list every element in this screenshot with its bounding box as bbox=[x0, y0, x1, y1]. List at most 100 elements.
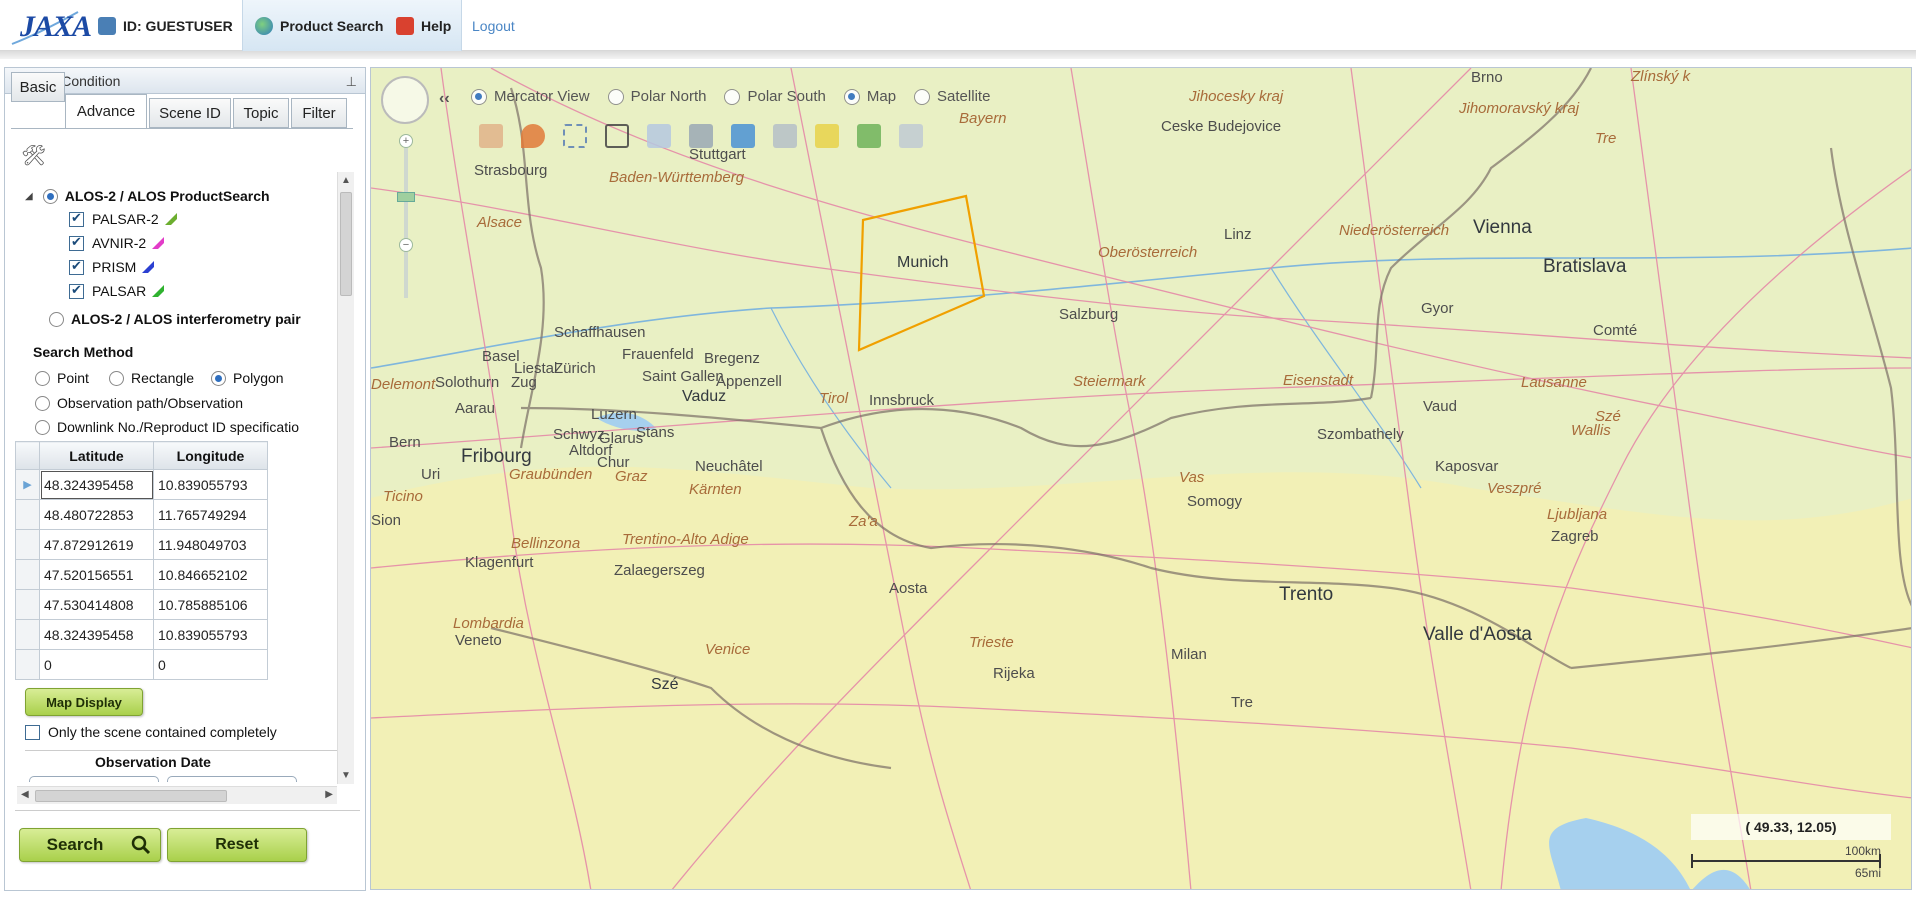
row-selector[interactable] bbox=[15, 649, 40, 680]
export-image-icon[interactable] bbox=[899, 124, 923, 148]
view-polar-south[interactable]: Polar South bbox=[724, 88, 826, 105]
latitude-cell[interactable]: 48.480722853 bbox=[39, 499, 154, 530]
longitude-cell[interactable]: 10.839055793 bbox=[153, 469, 268, 500]
sensor-prism[interactable]: PRISM bbox=[69, 258, 156, 275]
prism-checkbox[interactable] bbox=[69, 258, 84, 275]
map-view[interactable]: Stuttgart Strasbourg Baden-Württemberg B… bbox=[370, 67, 1912, 890]
zoom-out-icon[interactable]: − bbox=[399, 238, 413, 252]
map-layer-radio[interactable] bbox=[843, 88, 860, 105]
view-polar-north[interactable]: Polar North bbox=[607, 88, 706, 105]
product-search-radio[interactable] bbox=[42, 188, 58, 204]
scroll-up-icon[interactable]: ▲ bbox=[341, 175, 351, 186]
row-selector[interactable] bbox=[15, 529, 40, 560]
logout-link[interactable]: Logout bbox=[472, 0, 515, 51]
table-row[interactable]: 48.324395458 10.839055793 bbox=[15, 619, 268, 650]
fit-extent-icon[interactable] bbox=[857, 124, 881, 148]
sensor-palsar-2[interactable]: PALSAR-2 bbox=[69, 210, 179, 227]
row-selector[interactable] bbox=[15, 619, 40, 650]
row-selector[interactable] bbox=[15, 589, 40, 620]
sensor-palsar[interactable]: PALSAR bbox=[69, 282, 166, 299]
panel-vertical-scrollbar[interactable]: ▲ ▼ bbox=[337, 172, 354, 784]
tools-icon[interactable]: 🛠 bbox=[21, 143, 46, 168]
tab-filter[interactable]: Filter bbox=[291, 98, 347, 128]
latitude-cell[interactable]: 0 bbox=[39, 649, 154, 680]
end-date-field[interactable] bbox=[167, 776, 297, 782]
reset-button[interactable]: Reset bbox=[167, 828, 307, 862]
table-row[interactable]: 48.480722853 11.765749294 bbox=[15, 499, 268, 530]
map-display-button[interactable]: Map Display bbox=[25, 688, 143, 716]
polygon-select-icon[interactable] bbox=[605, 124, 629, 148]
table-row[interactable]: 47.520156551 10.846652102 bbox=[15, 559, 268, 590]
tab-scene-id[interactable]: Scene ID bbox=[149, 98, 231, 128]
pin-icon[interactable]: ⊥ bbox=[346, 74, 357, 90]
sensor-avnir-2[interactable]: AVNIR-2 bbox=[69, 234, 166, 251]
latitude-cell[interactable]: 47.520156551 bbox=[39, 559, 154, 590]
search-polygon[interactable] bbox=[857, 194, 986, 352]
latitude-cell[interactable]: 47.872912619 bbox=[39, 529, 154, 560]
point-marker-icon[interactable] bbox=[521, 124, 545, 148]
hand-pan-icon[interactable] bbox=[479, 124, 503, 148]
longitude-cell[interactable]: 10.846652102 bbox=[153, 559, 268, 590]
scroll-right-icon[interactable]: ▶ bbox=[325, 789, 333, 800]
polygon-radio[interactable] bbox=[211, 370, 226, 386]
latitude-cell[interactable]: 47.530414808 bbox=[39, 589, 154, 620]
longitude-cell[interactable]: 11.948049703 bbox=[153, 529, 268, 560]
observation-path-radio[interactable] bbox=[35, 395, 50, 411]
method-point[interactable]: Point bbox=[35, 370, 89, 386]
palsar-checkbox[interactable] bbox=[69, 282, 84, 299]
layer-satellite[interactable]: Satellite bbox=[914, 88, 990, 105]
zoom-handle[interactable] bbox=[397, 192, 415, 202]
palsar-2-checkbox[interactable] bbox=[69, 210, 84, 227]
tree-group-product-search[interactable]: ◢ ALOS-2 / ALOS ProductSearch bbox=[25, 188, 270, 204]
table-row[interactable]: 0 0 bbox=[15, 649, 268, 680]
polar-north-radio[interactable] bbox=[607, 88, 624, 105]
expand-arrow-icon[interactable]: ◢ bbox=[25, 191, 33, 202]
latitude-cell[interactable]: 48.324395458 bbox=[39, 619, 154, 650]
eraser-icon[interactable] bbox=[815, 124, 839, 148]
point-radio[interactable] bbox=[35, 370, 50, 386]
document-icon[interactable] bbox=[731, 124, 755, 148]
row-selector[interactable] bbox=[15, 499, 40, 530]
table-row[interactable]: ▶ 48.324395458 10.839055793 bbox=[15, 469, 268, 500]
path-select-icon[interactable] bbox=[647, 124, 671, 148]
longitude-cell[interactable]: 11.765749294 bbox=[153, 499, 268, 530]
only-scene-checkbox[interactable] bbox=[25, 724, 40, 740]
downlink-radio[interactable] bbox=[35, 419, 50, 435]
method-downlink[interactable]: Downlink No./Reproduct ID specificatio bbox=[35, 419, 299, 435]
panel-horizontal-scrollbar[interactable]: ◀ ▶ bbox=[17, 786, 337, 804]
layer-map[interactable]: Map bbox=[843, 88, 896, 105]
table-row[interactable]: 47.872912619 11.948049703 bbox=[15, 529, 268, 560]
method-observation-path[interactable]: Observation path/Observation bbox=[35, 395, 243, 411]
zoom-slider[interactable] bbox=[404, 148, 408, 298]
polar-south-radio[interactable] bbox=[724, 88, 741, 105]
interferometry-radio[interactable] bbox=[49, 311, 64, 327]
tree-group-interferometry[interactable]: ALOS-2 / ALOS interferometry pair bbox=[49, 311, 301, 327]
nav-help[interactable]: Help bbox=[396, 0, 451, 51]
zoom-in-icon[interactable]: + bbox=[399, 134, 413, 148]
mercator-radio[interactable] bbox=[471, 88, 487, 105]
vertical-scroll-thumb[interactable] bbox=[340, 192, 352, 296]
method-polygon[interactable]: Polygon bbox=[211, 370, 284, 386]
scroll-down-icon[interactable]: ▼ bbox=[341, 770, 351, 781]
view-mercator[interactable]: Mercator View bbox=[471, 88, 590, 105]
tab-basic[interactable]: Basic bbox=[11, 72, 65, 102]
longitude-cell[interactable]: 0 bbox=[153, 649, 268, 680]
satellite-layer-radio[interactable] bbox=[914, 88, 931, 105]
rectangle-radio[interactable] bbox=[109, 370, 124, 386]
table-row[interactable]: 47.530414808 10.785885106 bbox=[15, 589, 268, 620]
avnir-2-checkbox[interactable] bbox=[69, 234, 84, 251]
longitude-cell[interactable]: 10.839055793 bbox=[153, 619, 268, 650]
row-selector[interactable] bbox=[15, 559, 40, 590]
map-canvas[interactable] bbox=[371, 68, 1912, 890]
latitude-cell[interactable]: 48.324395458 bbox=[39, 469, 154, 500]
horizontal-scroll-thumb[interactable] bbox=[35, 790, 227, 802]
method-rectangle[interactable]: Rectangle bbox=[109, 370, 194, 386]
scroll-left-icon[interactable]: ◀ bbox=[21, 789, 29, 800]
longitude-cell[interactable]: 10.785885106 bbox=[153, 589, 268, 620]
search-button[interactable]: Search bbox=[19, 828, 161, 862]
tab-advance[interactable]: Advance bbox=[65, 94, 147, 129]
start-date-field[interactable] bbox=[29, 776, 159, 782]
collapse-toolbar-icon[interactable]: ‹‹ bbox=[439, 90, 450, 108]
folder-icon[interactable] bbox=[689, 124, 713, 148]
rectangle-select-icon[interactable] bbox=[563, 124, 587, 148]
